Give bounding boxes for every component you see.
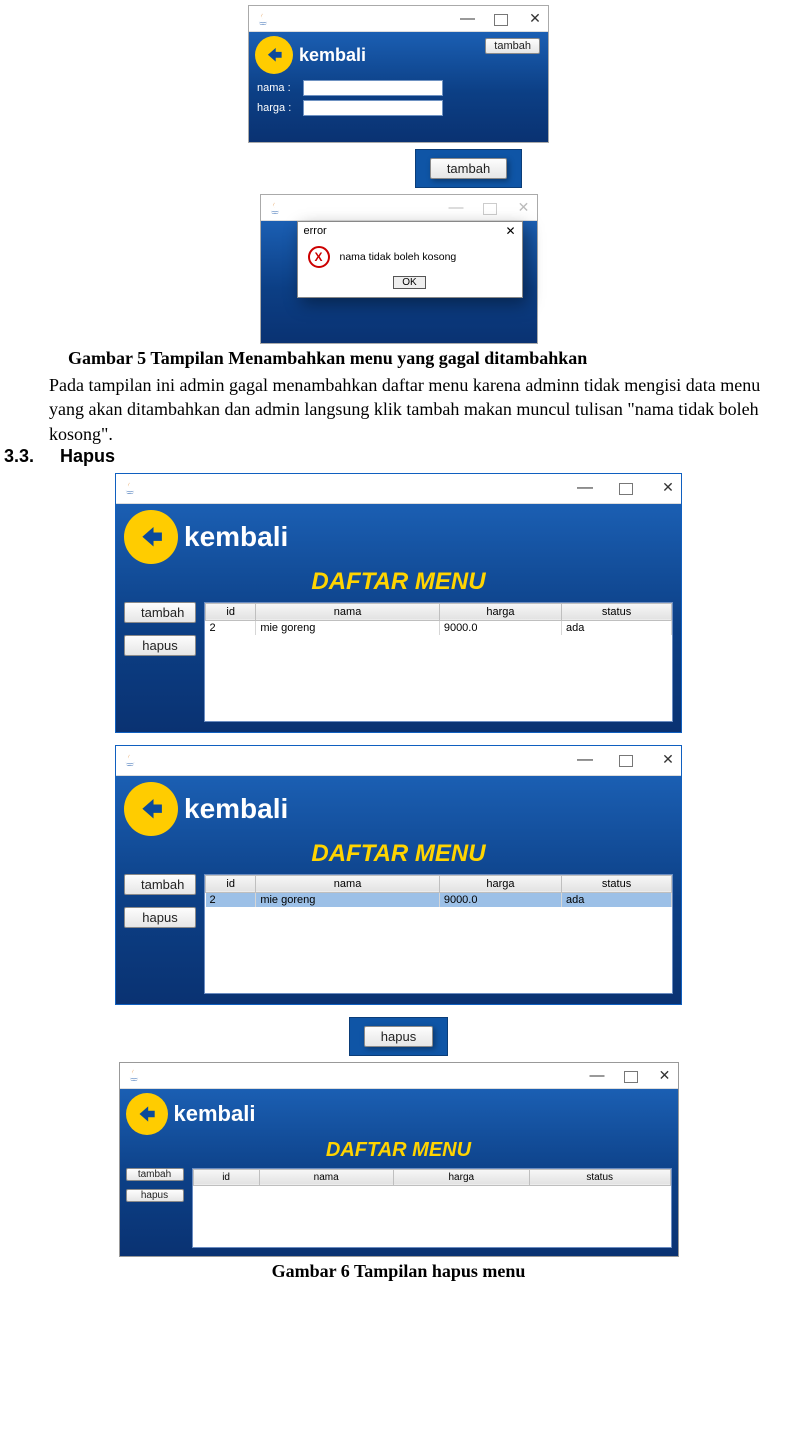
nama-label: nama : [257,82,297,94]
java-icon [267,200,283,216]
close-icon[interactable] [661,479,675,497]
col-id: id [206,875,256,892]
window-controls [590,1067,672,1084]
titlebar [120,1063,678,1089]
back-arrow-icon[interactable] [124,782,178,836]
error-dialog: error ✕ X nama tidak boleh kosong OK [297,221,523,298]
daftar-menu-window-2: kembali DAFTAR MENU tambah hapus id nama… [115,745,682,1005]
harga-label: harga : [257,102,297,114]
section-number: 3.3. [4,446,34,466]
close-icon[interactable] [528,10,542,27]
back-label: kembali [184,521,288,553]
minimize-icon[interactable] [577,751,591,769]
hapus-button[interactable]: hapus [126,1189,184,1202]
java-icon [122,752,138,768]
tambah-button[interactable]: tambah [124,874,196,895]
section-heading: 3.3. Hapus [0,446,797,467]
hapus-button[interactable]: hapus [124,907,196,928]
description-paragraph: Pada tampilan ini admin gagal menambahka… [0,373,797,446]
hapus-highlight-wrap: hapus [349,1017,448,1056]
java-icon [122,480,138,496]
table-row[interactable]: 2 mie goreng 9000.0 ada [206,620,672,635]
col-status: status [562,875,672,892]
maximize-icon[interactable] [624,1071,638,1083]
window-controls [577,479,675,497]
table-row-selected[interactable]: 2 mie goreng 9000.0 ada [206,892,672,907]
table-header-row: id nama harga status [206,875,672,892]
daftar-menu-window-3: kembali DAFTAR MENU tambah hapus id nama… [119,1062,679,1257]
error-title: error [304,225,327,237]
close-icon[interactable] [661,751,675,769]
error-icon: X [308,246,330,268]
error-message: nama tidak boleh kosong [340,251,457,263]
table-empty-area [205,635,672,719]
daftar-menu-window-1: kembali DAFTAR MENU tambah hapus id nama… [115,473,682,733]
col-nama: nama [259,1169,393,1185]
hapus-button[interactable]: hapus [124,635,196,656]
add-menu-window-with-error: error ✕ X nama tidak boleh kosong OK [260,194,538,344]
table-header-row: id nama harga status [193,1169,670,1185]
maximize-icon [483,203,497,215]
daftar-menu-title: DAFTAR MENU [326,1139,471,1161]
close-icon[interactable]: ✕ [505,224,515,238]
menu-table[interactable]: id nama harga status 2 mie goreng 9000.0… [204,874,673,994]
tambah-button[interactable]: tambah [430,158,507,179]
tambah-button[interactable]: tambah [124,602,196,623]
figure-5-caption: Gambar 5 Tampilan Menambahkan menu yang … [0,348,797,369]
tambah-highlight-wrap: tambah [415,149,522,188]
maximize-icon[interactable] [619,755,633,767]
harga-field[interactable] [303,100,443,116]
table-empty-area [205,907,672,991]
minimize-icon[interactable] [460,10,474,27]
col-nama: nama [256,603,440,620]
titlebar [249,6,548,32]
java-icon [126,1067,142,1083]
titlebar [116,474,681,504]
col-nama: nama [256,875,440,892]
maximize-icon[interactable] [619,483,633,495]
window-controls [577,751,675,769]
minimize-icon [449,199,463,216]
hapus-button[interactable]: hapus [364,1026,433,1047]
menu-table[interactable]: id nama harga status [192,1168,672,1248]
back-arrow-icon[interactable] [255,36,293,74]
col-harga: harga [393,1169,529,1185]
window-controls [449,199,531,216]
menu-table[interactable]: id nama harga status 2 mie goreng 9000.0… [204,602,673,722]
nama-field[interactable] [303,80,443,96]
daftar-menu-title: DAFTAR MENU [311,568,485,595]
col-status: status [562,603,672,620]
table-empty-area [193,1186,671,1246]
daftar-menu-title: DAFTAR MENU [311,840,485,867]
back-label: kembali [184,793,288,825]
titlebar [116,746,681,776]
col-harga: harga [439,875,561,892]
back-arrow-icon[interactable] [126,1093,168,1135]
close-icon[interactable] [658,1067,672,1084]
figure-6-caption: Gambar 6 Tampilan hapus menu [0,1261,797,1282]
back-arrow-icon[interactable] [124,510,178,564]
section-title: Hapus [60,446,115,466]
col-status: status [529,1169,670,1185]
add-menu-window: kembali tambah nama : harga : [248,5,549,143]
tambah-button[interactable]: tambah [485,38,540,54]
col-id: id [206,603,256,620]
ok-button[interactable]: OK [393,276,425,289]
close-icon [517,199,531,216]
java-icon [255,11,271,27]
window-controls [460,10,542,27]
table-header-row: id nama harga status [206,603,672,620]
titlebar [261,195,537,221]
minimize-icon[interactable] [590,1067,604,1084]
minimize-icon[interactable] [577,479,591,497]
back-label: kembali [299,45,366,66]
col-harga: harga [439,603,561,620]
col-id: id [193,1169,259,1185]
maximize-icon[interactable] [494,14,508,26]
back-label: kembali [174,1101,256,1127]
tambah-button[interactable]: tambah [126,1168,184,1181]
